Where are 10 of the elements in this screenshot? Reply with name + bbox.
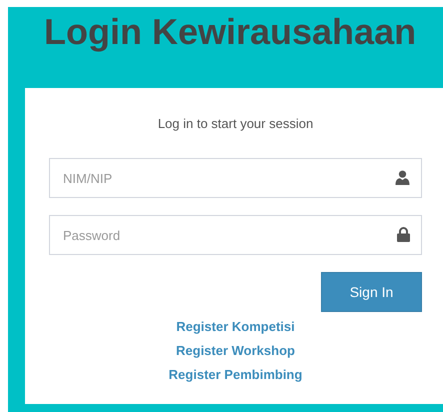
- lock-icon: [397, 227, 410, 242]
- register-link[interactable]: Register Pembimbing: [168, 363, 302, 387]
- page-title: Login Kewirausahaan: [43, 10, 418, 54]
- input-field[interactable]: Password: [49, 215, 422, 255]
- register-link[interactable]: Register Kompetisi: [176, 315, 295, 339]
- login-message: Log in to start your session: [156, 116, 314, 132]
- input-field[interactable]: NIM/NIP: [49, 158, 422, 198]
- register-link[interactable]: Register Workshop: [176, 339, 295, 363]
- sign-in-button[interactable]: Sign In: [321, 272, 422, 312]
- user-icon: [395, 170, 410, 185]
